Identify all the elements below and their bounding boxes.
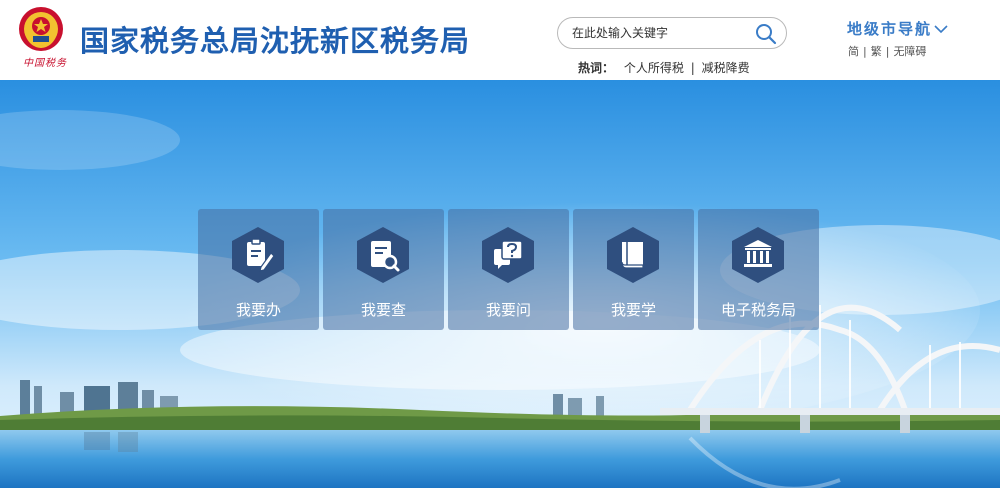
site-header: 中国税务 国家税务总局沈抚新区税务局 热词： 个人所得税 | 减税降费 地级市导… xyxy=(0,0,1000,80)
language-switch: 简 | 繁 | 无障碍 xyxy=(848,45,927,58)
tile-e-tax-bureau[interactable]: 电子税务局 xyxy=(698,209,819,330)
hotword-individual-income-tax[interactable]: 个人所得税 xyxy=(624,61,684,75)
tile-learn[interactable]: 我要学 xyxy=(573,209,694,330)
tile-label: 我要办 xyxy=(235,301,281,319)
search-box xyxy=(557,17,787,49)
hotwords-label: 热词： xyxy=(578,61,615,75)
question-chat-icon xyxy=(482,227,534,283)
book-icon xyxy=(607,227,659,283)
bank-building-icon xyxy=(732,227,784,283)
city-nav-dropdown[interactable]: 地级市导航 xyxy=(847,18,948,39)
search-input[interactable] xyxy=(572,23,752,43)
lang-traditional[interactable]: 繁 xyxy=(871,45,882,58)
accessibility-link[interactable]: 无障碍 xyxy=(893,45,926,58)
chevron-down-icon xyxy=(934,24,948,33)
edit-document-icon xyxy=(232,227,284,283)
search-icon[interactable] xyxy=(754,22,778,46)
lang-simplified[interactable]: 简 xyxy=(848,45,859,58)
tile-label: 我要学 xyxy=(610,301,656,319)
hotwords-bar: 热词： 个人所得税 | 减税降费 xyxy=(578,59,750,76)
tile-query[interactable]: 我要查 xyxy=(323,209,444,330)
tile-handle[interactable]: 我要办 xyxy=(198,209,319,330)
hotword-separator: | xyxy=(690,61,695,75)
logo-text: 中国税务 xyxy=(23,58,67,69)
search-document-icon xyxy=(357,227,409,283)
tax-emblem-icon[interactable] xyxy=(18,6,64,52)
site-title[interactable]: 国家税务总局沈抚新区税务局 xyxy=(80,18,470,60)
tile-label: 电子税务局 xyxy=(720,301,796,319)
hero-banner: 我要办 我要查 我要问 我要学 电子税务局 xyxy=(0,80,1000,488)
tile-ask[interactable]: 我要问 xyxy=(448,209,569,330)
tile-label: 我要查 xyxy=(360,301,406,319)
city-nav-label: 地级市导航 xyxy=(847,20,933,38)
hotword-tax-reduction[interactable]: 减税降费 xyxy=(702,61,750,75)
service-tiles: 我要办 我要查 我要问 我要学 电子税务局 xyxy=(198,209,820,330)
tile-label: 我要问 xyxy=(485,301,531,319)
